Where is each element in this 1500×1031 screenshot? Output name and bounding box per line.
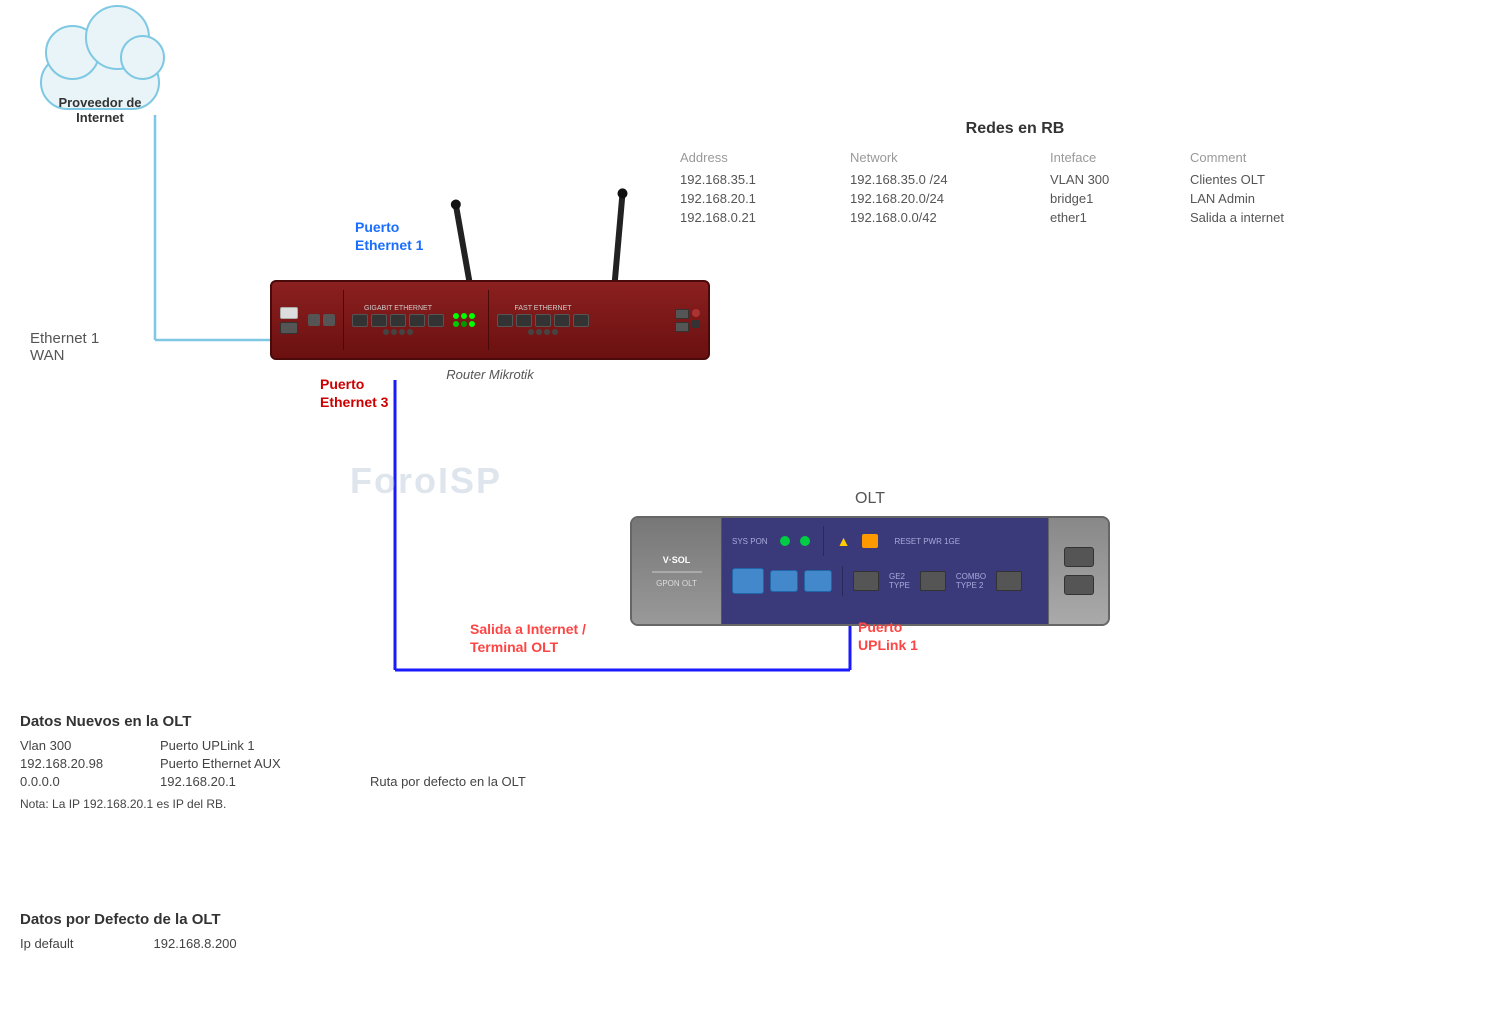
olt-port-sfp3 bbox=[996, 571, 1022, 591]
olt-top-row: SYS PON ▲ RESET PWR 1GE bbox=[732, 526, 1038, 556]
olt-uplink-label: Puerto UPLink 1 bbox=[858, 618, 918, 654]
router-label: Router Mikrotik bbox=[446, 367, 533, 382]
network-row1-comment: Clientes OLT bbox=[1190, 171, 1350, 188]
olt-left-panel: V·SOL GPON OLT bbox=[632, 518, 722, 624]
olt-gpon-label: GPON OLT bbox=[656, 579, 697, 588]
router-body: GIGABIT ETHERNET bbox=[270, 280, 710, 360]
network-header-comment: Comment bbox=[1190, 150, 1350, 169]
datos-defecto-ip-value: 192.168.8.200 bbox=[154, 936, 237, 951]
datos-row2-col3 bbox=[370, 756, 526, 771]
datos-row2-col1: 192.168.20.98 bbox=[20, 756, 150, 771]
olt-port-uplink1 bbox=[732, 568, 764, 594]
network-row3-interface: ether1 bbox=[1050, 209, 1180, 226]
datos-row2-col2: Puerto Ethernet AUX bbox=[160, 756, 360, 771]
olt-port-2 bbox=[770, 570, 798, 592]
network-grid: Address Network Inteface Comment 192.168… bbox=[680, 150, 1350, 226]
network-row3-network: 192.168.0.0/42 bbox=[850, 209, 1040, 226]
datos-row3-col3: Ruta por defecto en la OLT bbox=[370, 774, 526, 789]
olt-port-sfp1 bbox=[853, 571, 879, 591]
network-table: Redes en RB Address Network Inteface Com… bbox=[680, 120, 1350, 226]
olt-title: OLT bbox=[630, 490, 1110, 508]
router-mikrotik: GIGABIT ETHERNET bbox=[270, 280, 710, 380]
olt-port-sfp2 bbox=[920, 571, 946, 591]
datos-defecto-section: Datos por Defecto de la OLT Ip default 1… bbox=[20, 911, 237, 951]
puerto-eth3-label: Puerto Ethernet 3 bbox=[320, 375, 388, 411]
network-row2-network: 192.168.20.0/24 bbox=[850, 190, 1040, 207]
olt-port-3 bbox=[804, 570, 832, 592]
olt-aux-port bbox=[1064, 575, 1094, 595]
cloud-shape: Proveedor de Internet bbox=[30, 30, 170, 130]
datos-row3-col2: 192.168.20.1 bbox=[160, 774, 360, 789]
network-row1-network: 192.168.35.0 /24 bbox=[850, 171, 1040, 188]
puerto-eth1-label: Puerto Ethernet 1 bbox=[355, 218, 423, 254]
datos-defecto-title: Datos por Defecto de la OLT bbox=[20, 911, 237, 928]
olt-ports-row: GE2TYPE COMBOTYPE 2 bbox=[732, 566, 1038, 596]
watermark: ForoISP bbox=[350, 460, 502, 502]
network-table-title: Redes en RB bbox=[680, 120, 1350, 138]
cloud-label: Proveedor de Internet bbox=[30, 95, 170, 125]
network-row2-interface: bridge1 bbox=[1050, 190, 1180, 207]
network-header-inteface: Inteface bbox=[1050, 150, 1180, 169]
datos-row1-col1: Vlan 300 bbox=[20, 738, 150, 753]
network-row3-comment: Salida a internet bbox=[1190, 209, 1350, 226]
olt-right-panel bbox=[1048, 518, 1108, 624]
datos-note: Nota: La IP 192.168.20.1 es IP del RB. bbox=[20, 797, 526, 811]
datos-row3-col1: 0.0.0.0 bbox=[20, 774, 150, 789]
network-header-network: Network bbox=[850, 150, 1040, 169]
olt-body: V·SOL GPON OLT SYS PON ▲ RESET PWR 1GE bbox=[630, 516, 1110, 626]
datos-row1-col3 bbox=[370, 738, 526, 753]
datos-nuevos-section: Datos Nuevos en la OLT Vlan 300 Puerto U… bbox=[20, 713, 526, 811]
olt-internet-label: Salida a Internet / Terminal OLT bbox=[470, 620, 586, 656]
network-row1-address: 192.168.35.1 bbox=[680, 171, 840, 188]
olt-logo: V·SOL bbox=[663, 555, 691, 565]
datos-defecto-ip-label: Ip default bbox=[20, 936, 74, 951]
network-row2-comment: LAN Admin bbox=[1190, 190, 1350, 207]
datos-row1-col2: Puerto UPLink 1 bbox=[160, 738, 360, 753]
olt-main-panel: SYS PON ▲ RESET PWR 1GE GE2TYPE COMBOTYP… bbox=[722, 518, 1048, 624]
datos-nuevos-title: Datos Nuevos en la OLT bbox=[20, 713, 526, 730]
network-row2-address: 192.168.20.1 bbox=[680, 190, 840, 207]
eth-wan-label: Ethernet 1 WAN bbox=[30, 330, 99, 364]
network-header-address: Address bbox=[680, 150, 840, 169]
olt-console-port bbox=[1064, 547, 1094, 567]
network-row3-address: 192.168.0.21 bbox=[680, 209, 840, 226]
network-row1-interface: VLAN 300 bbox=[1050, 171, 1180, 188]
olt-device: OLT V·SOL GPON OLT SYS PON ▲ RESET PWR 1… bbox=[630, 490, 1110, 626]
